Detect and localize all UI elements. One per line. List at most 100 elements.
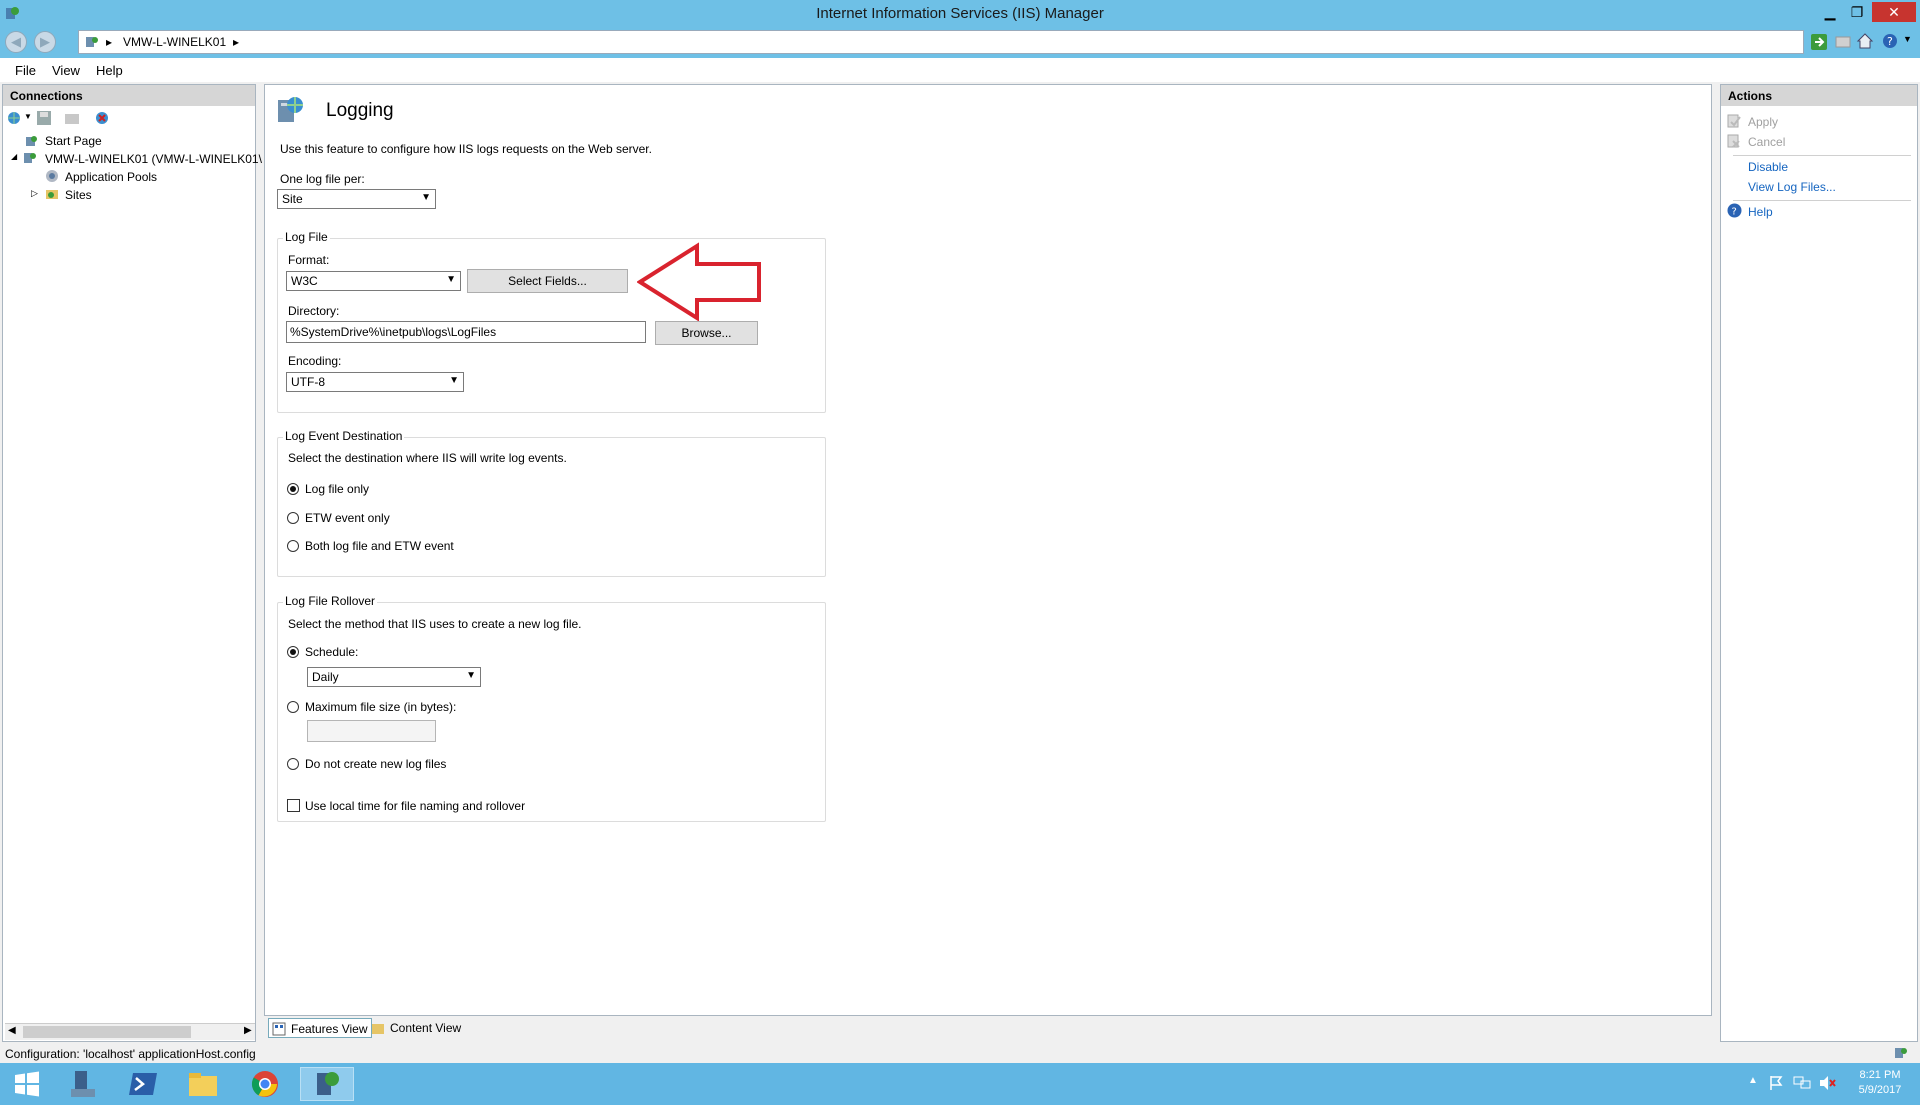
collapse-arrow-icon[interactable]: ◢ [11,152,17,161]
actions-panel: Actions Apply Cancel Disable View Log Fi… [1720,84,1918,1042]
help-dropdown-icon[interactable]: ? [1882,32,1900,50]
directory-input[interactable]: %SystemDrive%\inetpub\logs\LogFiles [286,321,646,343]
radio-max-file-size-label[interactable]: Maximum file size (in bytes): [305,700,456,714]
up-folder-icon[interactable] [64,110,80,126]
chevron-down-icon[interactable]: ▼ [24,112,32,121]
log-event-destination-title: Log Event Destination [283,429,405,443]
save-icon[interactable] [36,110,52,126]
radio-log-file-only[interactable] [287,483,299,495]
tree-item-server[interactable]: VMW-L-WINELK01 (VMW-L-WINELK01\ [45,152,262,166]
select-fields-button[interactable]: Select Fields... [467,269,628,293]
browse-button[interactable]: Browse... [655,321,758,345]
restore-button[interactable]: ❐ [1846,2,1868,22]
radio-log-file-only-label[interactable]: Log file only [305,482,369,496]
application-pools-icon [46,170,58,182]
breadcrumb-separator: ▸ [106,35,113,49]
server-manager-taskbar[interactable] [56,1067,110,1101]
action-apply[interactable]: Apply [1748,115,1778,129]
action-cancel[interactable]: Cancel [1748,135,1785,149]
max-file-size-input[interactable] [307,720,436,742]
radio-max-file-size[interactable] [287,701,299,713]
horizontal-scrollbar[interactable]: ◀ ▶ [5,1023,255,1040]
home-icon[interactable] [1856,32,1874,50]
format-select[interactable]: W3C ▼ [286,271,461,291]
menu-bar: File View Help [0,58,1920,82]
log-event-destination-description: Select the destination where IIS will wr… [288,451,567,465]
chevron-down-icon[interactable]: ▼ [1903,34,1912,44]
actions-header: Actions [1721,85,1917,106]
tree-item-application-pools[interactable]: Application Pools [65,170,157,184]
local-time-checkbox[interactable] [287,799,300,812]
chevron-down-icon: ▼ [446,274,456,285]
connections-header: Connections [3,85,255,106]
iis-manager-taskbar[interactable] [300,1067,354,1101]
refresh-icon[interactable] [1810,33,1828,51]
action-view-log-files[interactable]: View Log Files... [1748,180,1836,194]
address-bar: ◀ ▶ ▸ VMW-L-WINELK01 ▸ ? ▼ [0,27,1920,58]
disconnect-icon[interactable] [94,110,110,126]
apply-icon [1727,114,1741,128]
radio-etw-event-only[interactable] [287,512,299,524]
show-hidden-icons-icon[interactable]: ▲ [1748,1075,1758,1086]
expand-arrow-icon[interactable]: ▷ [31,188,38,199]
forward-button[interactable]: ▶ [34,31,56,53]
log-per-select[interactable]: Site ▼ [277,189,436,209]
tab-features-view[interactable]: Features View [268,1018,373,1038]
stop-icon[interactable] [1834,33,1852,51]
view-tabs: Features View Content View [264,1016,1712,1042]
file-explorer-taskbar[interactable] [176,1067,230,1101]
help-icon: ? [1727,203,1742,218]
local-time-checkbox-label[interactable]: Use local time for file naming and rollo… [305,799,525,813]
encoding-select[interactable]: UTF-8 ▼ [286,372,464,392]
log-file-rollover-title: Log File Rollover [283,594,378,608]
scrollbar-thumb[interactable] [23,1026,191,1038]
log-file-rollover-description: Select the method that IIS uses to creat… [288,617,582,631]
radio-do-not-create[interactable] [287,758,299,770]
scroll-right-icon[interactable]: ▶ [244,1025,252,1036]
tab-content-view[interactable]: Content View [368,1018,465,1038]
volume-muted-icon[interactable] [1818,1075,1836,1091]
windows-logo-icon [15,1071,39,1097]
chevron-down-icon: ▼ [449,375,459,386]
connect-globe-icon[interactable] [6,110,22,126]
actions-divider [1733,155,1911,156]
annotation-arrow-icon [637,242,761,322]
radio-both-log-and-etw-label[interactable]: Both log file and ETW event [305,539,454,553]
action-center-flag-icon[interactable] [1768,1075,1784,1091]
schedule-select[interactable]: Daily ▼ [307,667,481,687]
chrome-taskbar[interactable] [238,1067,292,1101]
connections-toolbar: ▼ [6,110,256,130]
log-per-label: One log file per: [280,172,365,186]
connections-panel: Connections ▼ Start Page ◢ VMW-L-WINELK0… [2,84,262,1042]
minimize-button[interactable]: ▁ [1819,2,1841,22]
scroll-left-icon[interactable]: ◀ [8,1025,16,1036]
server-icon [24,153,36,163]
tab-content-view-label: Content View [390,1021,462,1035]
network-icon[interactable] [1793,1075,1811,1091]
powershell-taskbar[interactable] [116,1067,170,1101]
system-clock[interactable]: 8:21 PM 5/9/2017 [1845,1068,1915,1098]
cancel-icon [1727,134,1740,148]
menu-help[interactable]: Help [96,63,123,78]
powershell-icon [129,1073,157,1095]
radio-both-log-and-etw[interactable] [287,540,299,552]
log-file-group-title: Log File [283,230,330,244]
close-button[interactable]: ✕ [1872,2,1916,22]
tree-item-start-page[interactable]: Start Page [45,134,102,148]
start-button[interactable] [0,1067,54,1101]
breadcrumb-server[interactable]: VMW-L-WINELK01 [123,35,226,49]
menu-file[interactable]: File [15,63,36,78]
radio-schedule-label[interactable]: Schedule: [305,645,358,659]
radio-etw-event-only-label[interactable]: ETW event only [305,511,390,525]
format-label: Format: [288,253,330,267]
menu-view[interactable]: View [52,63,80,78]
action-disable[interactable]: Disable [1748,160,1788,174]
tree-item-sites[interactable]: Sites [65,188,92,202]
radio-schedule[interactable] [287,646,299,658]
format-value: W3C [291,274,318,288]
chevron-down-icon: ▼ [421,192,431,203]
action-help[interactable]: Help [1748,205,1773,219]
breadcrumb[interactable]: ▸ VMW-L-WINELK01 ▸ [78,30,1804,54]
back-button[interactable]: ◀ [5,31,27,53]
radio-do-not-create-label[interactable]: Do not create new log files [305,757,446,771]
